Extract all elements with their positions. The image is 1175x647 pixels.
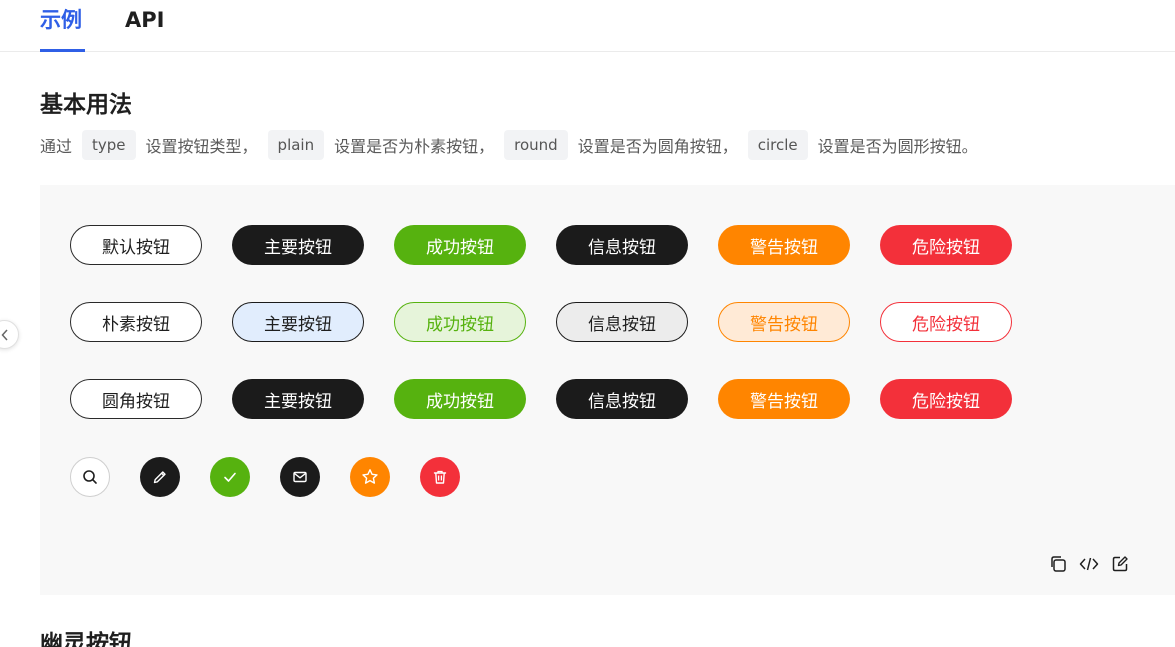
circle-check-button[interactable] [210,457,250,497]
plain-warning-button[interactable]: 警告按钮 [718,302,850,342]
code-type: type [82,130,136,160]
circle-star-button[interactable] [350,457,390,497]
danger-button[interactable]: 危险按钮 [880,225,1012,265]
code-circle: circle [747,130,808,160]
tab-bar: 示例 API [0,0,1175,52]
code-icon [1079,557,1099,571]
button-row-solid: 默认按钮 主要按钮 成功按钮 信息按钮 警告按钮 危险按钮 [70,225,1012,265]
plain-info-button[interactable]: 信息按钮 [556,302,688,342]
round-success-button[interactable]: 成功按钮 [394,379,526,419]
info-button[interactable]: 信息按钮 [556,225,688,265]
copy-icon [1051,556,1066,572]
check-icon [224,472,236,482]
copy-code-button[interactable] [1048,554,1068,574]
sidebar-toggle-button[interactable] [0,320,19,349]
default-button[interactable]: 默认按钮 [70,225,202,265]
tab-api[interactable]: API [125,6,164,34]
section-description: 通过 type 设置按钮类型， plain 设置是否为朴素按钮， round 设… [40,130,978,160]
code-round: round [504,130,568,160]
button-row-plain: 朴素按钮 主要按钮 成功按钮 信息按钮 警告按钮 危险按钮 [70,302,1012,342]
star-icon [362,469,378,484]
primary-button[interactable]: 主要按钮 [232,225,364,265]
circle-mail-button[interactable] [280,457,320,497]
circle-delete-button[interactable] [420,457,460,497]
demo-panel: 默认按钮 主要按钮 成功按钮 信息按钮 警告按钮 危险按钮 朴素按钮 主要按钮 … [40,185,1175,595]
plain-danger-button[interactable]: 危险按钮 [880,302,1012,342]
search-icon [83,470,97,484]
warning-button[interactable]: 警告按钮 [718,225,850,265]
round-info-button[interactable]: 信息按钮 [556,379,688,419]
edit-external-icon [1112,556,1128,572]
plain-primary-button[interactable]: 主要按钮 [232,302,364,342]
desc-text: 设置是否为圆角按钮， [577,137,738,156]
delete-icon [433,470,447,484]
active-tab-indicator [40,49,85,52]
button-row-round: 圆角按钮 主要按钮 成功按钮 信息按钮 警告按钮 危险按钮 [70,379,1012,419]
edit-icon [153,471,166,484]
next-section-title: 幽灵按钮 [40,631,132,647]
desc-text: 通过 [40,137,73,156]
success-button[interactable]: 成功按钮 [394,225,526,265]
circle-edit-button[interactable] [140,457,180,497]
section-title: 基本用法 [40,92,132,118]
circle-search-button[interactable] [70,457,110,497]
tab-examples[interactable]: 示例 [40,6,82,34]
desc-text: 设置是否为朴素按钮， [334,137,495,156]
code-plain: plain [267,130,325,160]
chevron-left-icon [1,329,8,341]
desc-text: 设置是否为圆形按钮。 [817,137,978,156]
round-primary-button[interactable]: 主要按钮 [232,379,364,419]
edit-online-button[interactable] [1110,554,1130,574]
demo-toolbar [1048,554,1130,574]
round-warning-button[interactable]: 警告按钮 [718,379,850,419]
button-row-circle [70,457,460,497]
round-danger-button[interactable]: 危险按钮 [880,379,1012,419]
plain-success-button[interactable]: 成功按钮 [394,302,526,342]
show-code-button[interactable] [1079,554,1099,574]
round-default-button[interactable]: 圆角按钮 [70,379,202,419]
desc-text: 设置按钮类型， [145,137,258,156]
plain-default-button[interactable]: 朴素按钮 [70,302,202,342]
mail-icon [293,471,307,483]
